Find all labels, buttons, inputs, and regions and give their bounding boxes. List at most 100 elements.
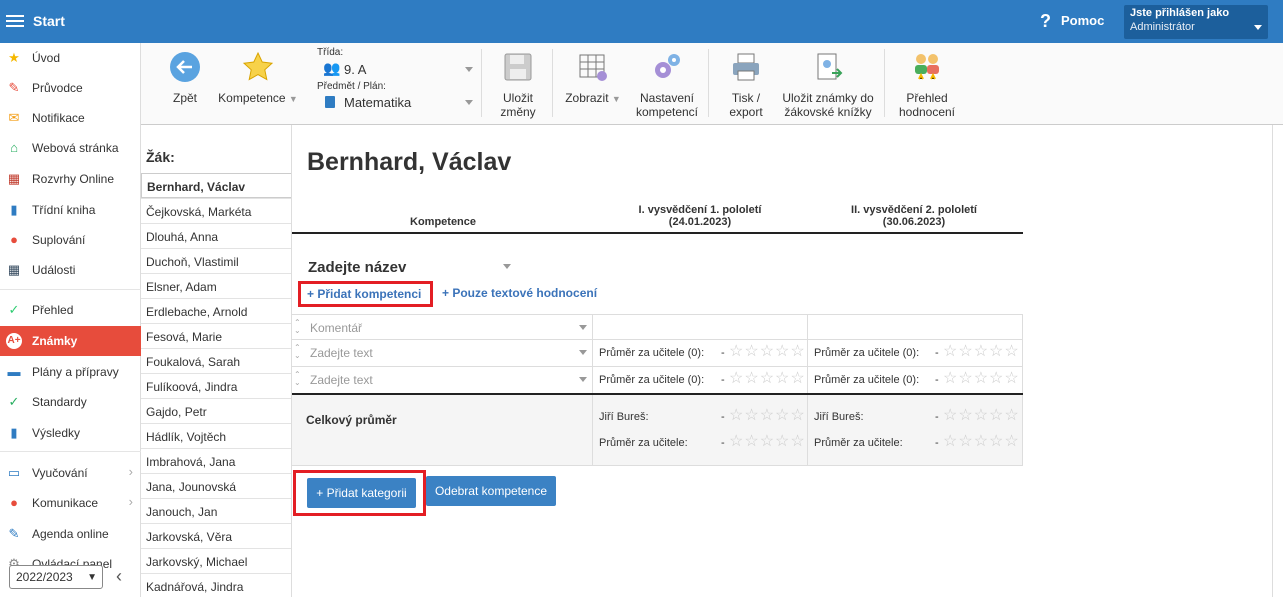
save-to-student-book-button[interactable]: Uložit známky do žákovské knížky — [779, 43, 877, 123]
student-list-item[interactable]: Kadnářová, Jindra — [141, 573, 291, 597]
toolbar-divider — [708, 49, 709, 117]
comment-input[interactable]: Komentář — [310, 321, 362, 335]
sidebar-item-16[interactable]: ✎ Agenda online — [0, 519, 141, 549]
class-select[interactable]: 9. A — [344, 62, 366, 77]
sidebar-item-13[interactable]: ▮ Výsledky — [0, 418, 141, 448]
sidebar-item-10[interactable]: A+ Známky — [0, 326, 141, 356]
save-label: Uložit změny — [500, 91, 536, 119]
student-list-item[interactable]: Jana, Jounovská — [141, 473, 291, 498]
sidebar-item-label: Standardy — [32, 395, 87, 409]
sidebar-item-11[interactable]: ▬ Plány a přípravy — [0, 357, 141, 387]
main-content: Bernhard, Václav Kompetence I. vysvědčen… — [292, 125, 1283, 597]
student-list-item[interactable]: Hádlík, Vojtěch — [141, 423, 291, 448]
competence-label: Kompetence ▼ — [218, 91, 298, 105]
competence-settings-button[interactable]: Nastavení kompetencí — [631, 43, 703, 123]
student-list-item[interactable]: Jarkovská, Věra — [141, 523, 291, 548]
competence-row: ⌃ ⌄ Zadejte text Průměr za učitele (0): -… — [292, 340, 1023, 367]
chevron-down-icon[interactable] — [503, 264, 511, 269]
sidebar-item-9[interactable]: ✓ Přehled — [0, 295, 141, 325]
sidebar-item-label: Suplování — [32, 233, 86, 247]
student-list-item[interactable]: Fesová, Marie — [141, 323, 291, 348]
student-list-item[interactable]: Janouch, Jan — [141, 498, 291, 523]
student-list-item[interactable]: Jarkovský, Michael — [141, 548, 291, 573]
teacher-average-label: Průměr za učitele (0): — [814, 374, 920, 386]
drag-handle-icon[interactable]: ⌃ ⌄ — [294, 319, 301, 335]
app-title[interactable]: Start — [33, 13, 65, 29]
drag-handle-icon[interactable]: ⌃ ⌄ — [294, 344, 301, 360]
save-button[interactable]: Uložit změny — [489, 43, 547, 123]
sidebar-item-3[interactable]: ✉ Notifikace — [0, 103, 141, 133]
rating-cell-period-1: Průměr za učitele (0): - ☆☆☆☆☆ — [592, 340, 807, 366]
sidebar-item-5[interactable]: ▦ Rozvrhy Online — [0, 164, 141, 194]
text-only-evaluation-link[interactable]: + Pouze textové hodnocení — [442, 286, 597, 300]
rating-value: - — [935, 374, 939, 386]
student-list-item[interactable]: Bernhard, Václav — [141, 173, 291, 198]
sidebar-item-15[interactable]: ● Komunikace › — [0, 488, 141, 518]
sidebar-item-14[interactable]: ▭ Vyučování › — [0, 458, 141, 488]
arrow-left-icon — [170, 52, 200, 82]
rating-value: - — [935, 437, 939, 449]
student-list-item[interactable]: Erdlebache, Arnold — [141, 298, 291, 323]
student-list-item[interactable]: Dlouhá, Anna — [141, 223, 291, 248]
remove-competence-button[interactable]: Odebrat kompetence — [426, 476, 556, 506]
student-list-item[interactable]: Foukalová, Sarah — [141, 348, 291, 373]
teacher-average-label: Průměr za učitele: — [814, 437, 903, 449]
rating-cell-period-2: Průměr za učitele (0): - ☆☆☆☆☆ — [807, 340, 1023, 366]
book-icon: ▮ — [10, 202, 18, 217]
collapse-sidebar-icon[interactable]: ‹ — [116, 566, 122, 587]
print-export-label: Tisk / export — [729, 91, 763, 119]
column-header-competence: Kompetence — [410, 216, 477, 228]
menu-icon[interactable] — [6, 12, 24, 30]
print-export-button[interactable]: Tisk / export — [717, 43, 775, 123]
sidebar-item-label: Průvodce — [32, 81, 83, 95]
chevron-down-icon — [579, 377, 587, 382]
star-rating-icon[interactable]: ☆☆☆☆☆ — [943, 371, 1020, 387]
add-category-button[interactable]: + Přidat kategorii — [307, 478, 416, 508]
add-competence-link[interactable]: + Přidat kompetenci — [298, 281, 433, 307]
help-link[interactable]: Pomoc — [1061, 13, 1104, 28]
sidebar-item-2[interactable]: ✎ Průvodce — [0, 73, 141, 103]
student-list-item[interactable]: Gajdo, Petr — [141, 398, 291, 423]
teacher-average-label: Průměr za učitele (0): — [814, 347, 920, 359]
star-rating-icon[interactable]: ☆☆☆☆☆ — [729, 344, 806, 360]
sidebar-item-7[interactable]: ● Suplování — [0, 225, 141, 255]
drag-handle-icon[interactable]: ⌃ ⌄ — [294, 371, 301, 387]
rating-cell-period-2: Průměr za učitele (0): - ☆☆☆☆☆ — [807, 367, 1023, 393]
help-icon[interactable]: ? — [1040, 11, 1051, 32]
envelope-icon: ✉ — [8, 110, 20, 125]
sidebar-item-12[interactable]: ✓ Standardy — [0, 387, 141, 417]
sidebar-item-4[interactable]: ⌂ Webová stránka — [0, 133, 141, 163]
category-name-input[interactable]: Zadejte název — [308, 259, 406, 276]
sidebar-item-8[interactable]: ▦ Události — [0, 255, 141, 285]
student-list-item[interactable]: Fulíkoová, Jindra — [141, 373, 291, 398]
floppy-disk-icon — [504, 53, 532, 81]
grade-overview-button[interactable]: Přehled hodnocení — [893, 43, 961, 123]
school-year-select[interactable]: 2022/2023 ▼ — [9, 565, 103, 589]
competence-text-input[interactable]: Zadejte text — [310, 373, 373, 387]
star-rating-icon: ☆☆☆☆☆ — [729, 407, 806, 424]
user-menu[interactable]: Jste přihlášen jako Administrátor — [1124, 5, 1268, 39]
check-icon: ✓ — [8, 302, 20, 317]
sidebar-item-6[interactable]: ▮ Třídní kniha — [0, 195, 141, 225]
user-label: Jste přihlášen jako — [1130, 7, 1230, 19]
subject-select[interactable]: Matematika — [344, 95, 411, 110]
student-list-item[interactable]: Duchoň, Vlastimil — [141, 248, 291, 273]
sidebar-item-1[interactable]: ★ Úvod — [0, 43, 141, 73]
calendar-icon: ▦ — [7, 262, 21, 277]
star-rating-icon[interactable]: ☆☆☆☆☆ — [729, 371, 806, 387]
star-rating-icon[interactable]: ☆☆☆☆☆ — [943, 344, 1020, 360]
chevron-down-icon: ▼ — [87, 572, 97, 583]
sidebar-divider — [0, 451, 141, 452]
student-list-item[interactable]: Čejkovská, Markéta — [141, 198, 291, 223]
student-list: Žák: Bernhard, Václav Čejkovská, Markéta D… — [141, 125, 292, 597]
competence-text-input[interactable]: Zadejte text — [310, 346, 373, 360]
grid-icon: ▦ — [7, 171, 21, 186]
student-list-item[interactable]: Elsner, Adam — [141, 273, 291, 298]
competence-row: ⌃ ⌄ Zadejte text Průměr za učitele (0): -… — [292, 367, 1023, 394]
school-year-value: 2022/2023 — [16, 570, 73, 584]
student-list-item[interactable]: Imbrahová, Jana — [141, 448, 291, 473]
competence-button[interactable]: Kompetence ▼ — [217, 43, 299, 123]
total-average-label: Celkový průměr — [306, 413, 397, 427]
show-button[interactable]: Zobrazit ▼ — [559, 43, 627, 123]
back-button[interactable]: Zpět — [159, 43, 211, 123]
